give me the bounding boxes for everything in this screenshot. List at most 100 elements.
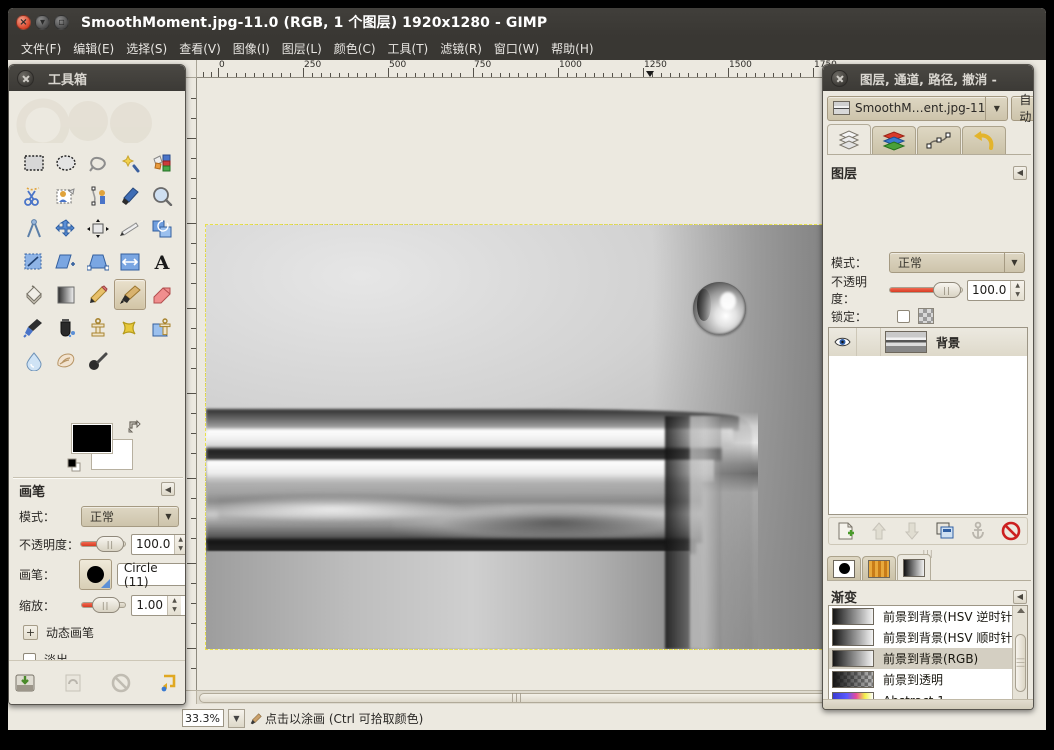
brush-name-value[interactable]: Circle (11) [116,561,185,589]
spinner-arrows-icon[interactable]: ▲ ▼ [167,595,182,615]
paths-tool[interactable] [82,180,114,211]
menu-windows[interactable]: 窗口(W) [488,38,545,59]
raise-layer-icon[interactable] [869,521,889,541]
clone-tool[interactable] [82,312,114,343]
airbrush-tool[interactable] [18,312,50,343]
brush-scale-slider[interactable]: || [80,597,127,613]
foreground-select-tool[interactable] [50,180,82,211]
blur-sharpen-tool[interactable] [18,345,50,376]
save-options-icon[interactable] [14,672,36,694]
select-by-color-tool[interactable] [146,147,178,178]
dynamic-brush-expander[interactable]: + 动态画笔 [23,624,94,641]
rotate-tool[interactable] [146,213,178,244]
paintbrush-tool[interactable] [114,279,146,310]
collapse-icon[interactable]: ◀ [161,482,175,496]
image-canvas[interactable] [197,78,837,690]
gradient-list[interactable]: 前景到背景(HSV 逆时针色调) 前景到背景(HSV 顺时针色调) 前景到背景(… [828,605,1028,709]
fuzzy-select-tool[interactable] [114,147,146,178]
chevron-down-icon[interactable]: ▼ [985,95,1007,121]
menu-filters[interactable]: 滤镜(R) [434,38,488,59]
spinner-arrows-icon[interactable]: ▲ ▼ [1010,280,1024,300]
brush-mode-combo[interactable]: 正常 ▼ [81,505,179,527]
auto-follow-button[interactable]: 自动 [1011,93,1033,124]
zoom-input[interactable]: 33.3% [182,709,224,727]
spinner-arrows-icon[interactable]: ▲ ▼ [174,534,185,554]
flip-tool[interactable] [114,246,146,277]
move-tool[interactable] [50,213,82,244]
free-select-tool[interactable] [82,147,114,178]
layer-mode-combo[interactable]: 正常 ▼ [889,251,1025,273]
layer-row[interactable]: 背景 [829,328,1027,356]
layer-opacity-spinner[interactable]: 100.0 ▲ ▼ [967,279,1025,301]
delete-layer-icon[interactable] [1001,521,1021,541]
menu-edit[interactable]: 编辑(E) [67,38,120,59]
tab-undo-history[interactable] [962,126,1006,154]
reset-options-icon[interactable] [158,672,180,694]
layer-opacity-slider[interactable]: || [889,282,963,298]
bucket-fill-tool[interactable] [18,279,50,310]
gradient-list-scrollbar[interactable]: ||| [1012,606,1027,709]
menu-view[interactable]: 查看(V) [173,38,227,59]
eraser-tool[interactable] [146,279,178,310]
measure-tool[interactable] [18,213,50,244]
tab-layers[interactable] [827,124,871,154]
list-item[interactable]: 前景到背景(RGB) [829,648,1027,669]
ink-tool[interactable] [50,312,82,343]
smudge-tool[interactable] [50,345,82,376]
menu-layer[interactable]: 图层(L) [276,38,328,59]
duplicate-layer-icon[interactable] [935,521,955,541]
menu-image[interactable]: 图像(I) [227,38,276,59]
list-item[interactable]: 前景到透明 [829,669,1027,690]
collapse-icon[interactable]: ◀ [1013,589,1027,604]
gradient-tool[interactable] [50,279,82,310]
shear-tool[interactable] [50,246,82,277]
brush-preview-button[interactable] [78,559,112,590]
tab-patterns[interactable] [862,556,896,580]
lock-alpha-checkbox[interactable] [897,309,910,323]
gradient-scroll-thumb[interactable]: ||| [1015,634,1026,692]
menu-help[interactable]: 帮助(H) [545,38,599,59]
layer-list[interactable]: 背景 [828,327,1028,515]
pencil-tool[interactable] [82,279,114,310]
list-item[interactable]: 前景到背景(HSV 逆时针色调) [829,606,1027,627]
crop-tool[interactable] [114,213,146,244]
chevron-down-icon[interactable]: ▼ [228,708,245,728]
horizontal-ruler[interactable]: 0 250 500 750 1000 1250 1500 [197,60,837,78]
brush-opacity-slider[interactable]: || [80,536,126,552]
close-icon[interactable] [17,69,34,87]
brush-opacity-spinner[interactable]: 100.0 ▲ ▼ [131,533,185,555]
canvas-hscroll-thumb[interactable]: ||| [199,693,835,703]
maximize-icon[interactable]: ▫ [54,14,69,30]
perspective-clone-tool[interactable] [146,312,178,343]
image-layer-preview[interactable] [205,224,827,650]
align-tool[interactable] [82,213,114,244]
rect-select-tool[interactable] [18,147,50,178]
scale-tool[interactable] [18,246,50,277]
tab-channels[interactable] [872,126,916,154]
heal-tool[interactable] [114,312,146,343]
canvas-horizontal-scrollbar[interactable]: ||| [197,690,837,704]
tab-brushes[interactable] [827,556,861,580]
layer-visibility-toggle[interactable] [829,328,857,356]
close-icon[interactable] [831,69,848,87]
menu-file[interactable]: 文件(F) [15,38,67,59]
menu-select[interactable]: 选择(S) [120,38,173,59]
foreground-color-swatch[interactable] [71,423,113,454]
list-item[interactable]: 前景到背景(HSV 顺时针色调) [829,627,1027,648]
scissors-select-tool[interactable] [18,180,50,211]
lower-layer-icon[interactable] [902,521,922,541]
close-icon[interactable]: × [16,14,31,30]
perspective-tool[interactable] [82,246,114,277]
text-tool[interactable]: A [146,246,178,277]
new-layer-icon[interactable] [836,521,856,541]
image-selector-combo[interactable]: SmoothM…ent.jpg-11 ▼ [827,95,1009,121]
collapse-icon[interactable]: ◀ [1013,165,1027,180]
reset-colors-icon[interactable] [67,458,82,473]
dodge-burn-tool[interactable] [82,345,114,376]
menu-tools[interactable]: 工具(T) [382,38,435,59]
scroll-up-icon[interactable] [1017,608,1025,613]
minimize-icon[interactable]: ▾ [35,14,50,30]
layer-link-toggle[interactable] [857,328,881,356]
swap-colors-icon[interactable] [127,419,141,433]
tab-gradients[interactable] [897,554,931,580]
